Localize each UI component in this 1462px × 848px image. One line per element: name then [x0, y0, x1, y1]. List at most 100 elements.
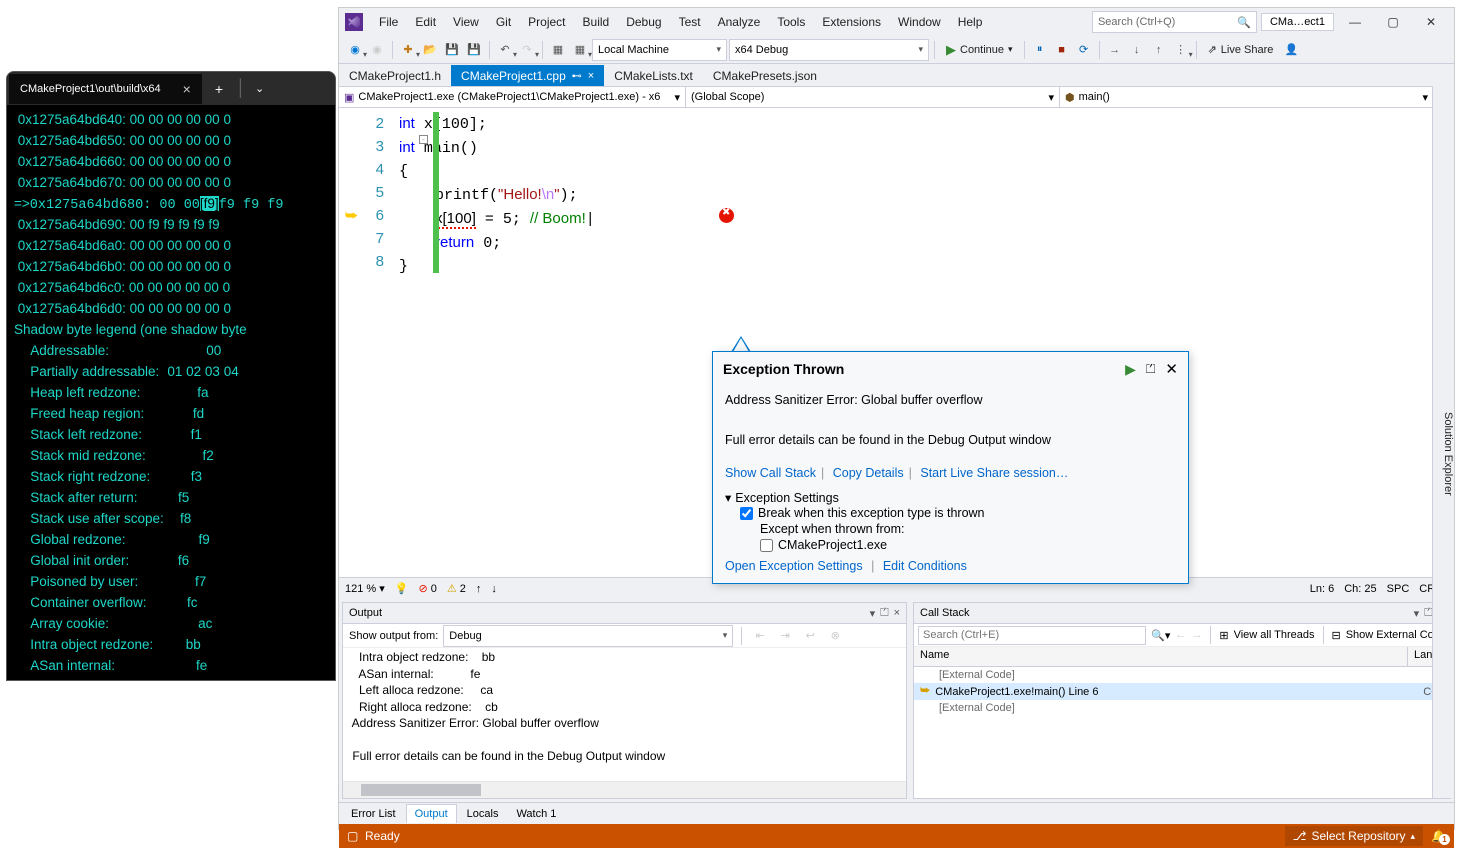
next-issue-icon[interactable]: ↓ [491, 583, 497, 595]
forward-button[interactable]: ◉ [367, 39, 387, 61]
zoom-control[interactable]: 121 % ▾ [345, 582, 385, 595]
exception-close-icon[interactable]: ✕ [1165, 360, 1178, 378]
terminal-tab-close-icon[interactable]: × [183, 81, 191, 97]
save-button[interactable]: 💾 [442, 39, 462, 61]
search-box[interactable]: Search (Ctrl+Q) 🔍 [1092, 11, 1257, 33]
menu-window[interactable]: Window [891, 11, 948, 33]
menu-debug[interactable]: Debug [619, 11, 668, 33]
menu-test[interactable]: Test [672, 11, 708, 33]
maximize-button[interactable]: ▢ [1376, 11, 1410, 33]
stop-button[interactable]: ■ [1052, 39, 1072, 61]
output-hscrollbar[interactable] [343, 781, 906, 798]
menu-file[interactable]: File [372, 11, 405, 33]
line-indicator[interactable]: Ln: 6 [1310, 583, 1334, 595]
indent-indicator[interactable]: SPC [1387, 583, 1410, 595]
code-editor[interactable]: ⮩ 2 3 4 5 6 7 8 - int x[100]; int main()… [339, 108, 1454, 577]
callstack-search-input[interactable] [918, 626, 1146, 645]
fold-icon[interactable]: - [419, 135, 428, 144]
callstack-row[interactable]: [External Code] [914, 700, 1450, 716]
select-repo-button[interactable]: ⎇ Select Repository ▴ [1285, 826, 1423, 846]
output-from-combo[interactable]: Debug▾ [443, 625, 733, 647]
error-count[interactable]: ⊘0 [418, 582, 436, 595]
tab-header[interactable]: CMakeProject1.h [339, 65, 451, 86]
step-into-button[interactable]: ↓ [1127, 39, 1147, 61]
tab-close-icon[interactable]: × [588, 70, 594, 82]
menu-view[interactable]: View [446, 11, 486, 33]
user-button[interactable]: 👤 [1281, 39, 1301, 61]
chk-except-module[interactable] [760, 539, 773, 552]
build-config-drop[interactable]: ▦ [570, 39, 590, 61]
wrap-icon[interactable]: ↩ [800, 625, 820, 647]
show-external-button[interactable]: Show External Code [1346, 629, 1446, 641]
nav-lightbulb-icon[interactable]: 💡 [395, 582, 409, 595]
build-config-button[interactable]: ▦ [548, 39, 568, 61]
continue-button[interactable]: ▶ Continue ▾ [940, 40, 1019, 60]
target-combo[interactable]: Local Machine▾ [592, 39, 727, 61]
tab-locals[interactable]: Locals [459, 805, 507, 823]
view-threads-button[interactable]: View all Threads [1234, 629, 1315, 641]
tab-presets[interactable]: CMakePresets.json [703, 65, 827, 86]
back-button[interactable]: ◉ [345, 39, 365, 61]
nav-func-combo[interactable]: ⬢main()▾ [1060, 87, 1434, 107]
new-item-button[interactable]: ✚ [398, 39, 418, 61]
link-show-callstack[interactable]: Show Call Stack [725, 466, 816, 480]
tab-watch1[interactable]: Watch 1 [508, 805, 564, 823]
terminal-tab-dropdown-icon[interactable]: ⌄ [246, 82, 273, 95]
menu-git[interactable]: Git [489, 11, 518, 33]
exception-pin-icon[interactable]: ⏍ [1146, 362, 1156, 377]
collapse-icon[interactable]: ▾ [725, 490, 731, 505]
tab-output[interactable]: Output [406, 804, 457, 823]
menu-edit[interactable]: Edit [408, 11, 443, 33]
nav-fwd-icon[interactable]: → [1191, 629, 1202, 641]
col-indicator[interactable]: Ch: 25 [1344, 583, 1376, 595]
liveshare-button[interactable]: ⇗ Live Share [1202, 41, 1280, 58]
pin-icon[interactable]: ⊷ [572, 71, 582, 82]
panel-pin-icon[interactable]: ⏍ [880, 607, 888, 620]
link-copy-details[interactable]: Copy Details [833, 466, 904, 480]
step-over-button[interactable]: → [1105, 39, 1125, 61]
terminal-tab[interactable]: CMakeProject1\out\build\x64 × [9, 74, 202, 104]
menu-help[interactable]: Help [951, 11, 990, 33]
indent-right-icon[interactable]: ⇥ [775, 625, 795, 647]
pause-button[interactable]: ⏸ [1030, 39, 1050, 61]
chk-break-on-throw[interactable] [740, 507, 753, 520]
save-all-button[interactable]: 💾 [464, 39, 484, 61]
callstack-row[interactable]: ⮩ CMakeProject1.exe!main() Line 6 C++ [914, 683, 1450, 700]
nav-project-combo[interactable]: ▣CMakeProject1.exe (CMakeProject1\CMakeP… [339, 87, 686, 107]
minimize-button[interactable]: — [1338, 11, 1372, 33]
redo-button[interactable]: ↷ [517, 39, 537, 61]
link-edit-conditions[interactable]: Edit Conditions [883, 559, 967, 573]
indent-left-icon[interactable]: ⇤ [750, 625, 770, 647]
exception-continue-icon[interactable]: ▶ [1125, 361, 1136, 378]
callstack-row[interactable]: [External Code] [914, 667, 1450, 683]
menu-build[interactable]: Build [576, 11, 617, 33]
clear-icon[interactable]: ⊗ [825, 625, 845, 647]
config-combo[interactable]: x64 Debug▾ [729, 39, 929, 61]
menu-extensions[interactable]: Extensions [815, 11, 888, 33]
panel-dropdown-icon[interactable]: ▾ [870, 607, 876, 620]
open-button[interactable]: 📂 [420, 39, 440, 61]
output-text[interactable]: Intra object redzone: bb ASan internal: … [343, 648, 906, 781]
menu-tools[interactable]: Tools [770, 11, 812, 33]
panel-dropdown-icon[interactable]: ▾ [1414, 607, 1420, 620]
solution-explorer-tab[interactable]: Solution Explorer [1432, 86, 1454, 798]
prev-issue-icon[interactable]: ↑ [476, 583, 482, 595]
terminal-add-tab-icon[interactable]: + [202, 81, 236, 97]
tab-error-list[interactable]: Error List [343, 805, 404, 823]
panel-close-icon[interactable]: × [894, 607, 900, 620]
col-name[interactable]: Name [914, 647, 1408, 666]
nav-scope-combo[interactable]: (Global Scope)▾ [686, 87, 1060, 107]
step-options-button[interactable]: ⋮ [1171, 39, 1191, 61]
solution-selector[interactable]: CMa…ect1 [1261, 13, 1334, 31]
link-start-liveshare[interactable]: Start Live Share session… [920, 466, 1068, 480]
notifications-button[interactable]: 🔔1 [1431, 829, 1446, 843]
search-icon[interactable]: 🔍▾ [1151, 629, 1170, 642]
tab-cmakelists[interactable]: CMakeLists.txt [604, 65, 703, 86]
undo-button[interactable]: ↶ [495, 39, 515, 61]
error-glyph-icon[interactable] [719, 208, 734, 223]
warning-count[interactable]: ⚠2 [447, 582, 466, 595]
nav-back-icon[interactable]: ← [1175, 629, 1186, 641]
menu-analyze[interactable]: Analyze [711, 11, 768, 33]
restart-button[interactable]: ⟳ [1074, 39, 1094, 61]
tab-cpp[interactable]: CMakeProject1.cpp ⊷ × [451, 65, 604, 86]
